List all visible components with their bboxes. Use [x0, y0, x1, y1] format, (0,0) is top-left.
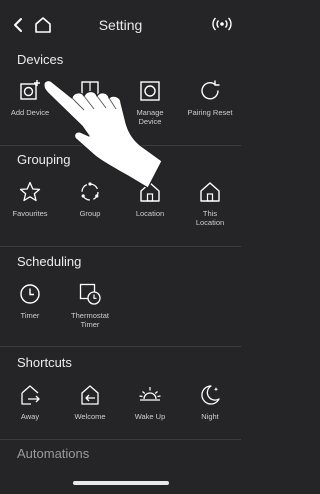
pointing-hand-icon [43, 80, 163, 188]
group-label: Group [79, 209, 101, 218]
automations-heading: Automations [17, 446, 90, 461]
scheduling-heading: Scheduling [17, 254, 82, 269]
this-location-button[interactable]: This Location [180, 180, 240, 227]
scheduling-section: Scheduling [0, 250, 241, 274]
night-label: Night [201, 412, 219, 421]
sunrise-icon [139, 387, 161, 401]
shortcuts-section: Shortcuts [0, 351, 241, 375]
shortcuts-heading: Shortcuts [17, 355, 72, 370]
page-title: Setting [98, 17, 143, 33]
wake-up-button[interactable]: Wake Up [120, 383, 180, 421]
gateway-signal-icon[interactable] [211, 17, 233, 31]
favourites-label: Favourites [12, 209, 48, 218]
pairing-reset-label: Pairing Reset [187, 108, 233, 117]
pairing-reset-icon [201, 80, 220, 100]
away-button[interactable]: Away [0, 383, 60, 421]
scheduling-row: Timer Thermostat Timer [0, 282, 241, 329]
devices-heading: Devices [17, 52, 64, 67]
pairing-reset-button[interactable]: Pairing Reset [180, 79, 240, 126]
welcome-icon [81, 385, 99, 405]
thermostat-timer-button[interactable]: Thermostat Timer [60, 282, 120, 329]
home-indicator[interactable] [73, 481, 169, 485]
divider [0, 346, 241, 347]
star-icon [19, 181, 41, 202]
devices-section: Devices [0, 48, 241, 72]
this-location-label: This Location [195, 209, 225, 227]
thermostat-timer-label: Thermostat Timer [71, 311, 109, 329]
away-label: Away [20, 412, 40, 421]
welcome-button[interactable]: Welcome [60, 383, 120, 421]
moon-icon [201, 385, 220, 405]
clock-icon [20, 284, 40, 304]
wake-up-label: Wake Up [134, 412, 166, 421]
welcome-label: Welcome [74, 412, 106, 421]
divider [0, 246, 241, 247]
location-label: Location [135, 209, 165, 218]
timer-button[interactable]: Timer [0, 282, 60, 329]
away-icon [21, 385, 40, 405]
shortcuts-row: Away Welcome Wake Up Night [0, 383, 241, 421]
this-location-home-icon [200, 182, 220, 202]
night-button[interactable]: Night [180, 383, 240, 421]
timer-label: Timer [20, 311, 40, 320]
thermostat-timer-icon [79, 283, 101, 305]
top-bar: Setting [0, 0, 241, 50]
add-device-icon [20, 80, 40, 100]
